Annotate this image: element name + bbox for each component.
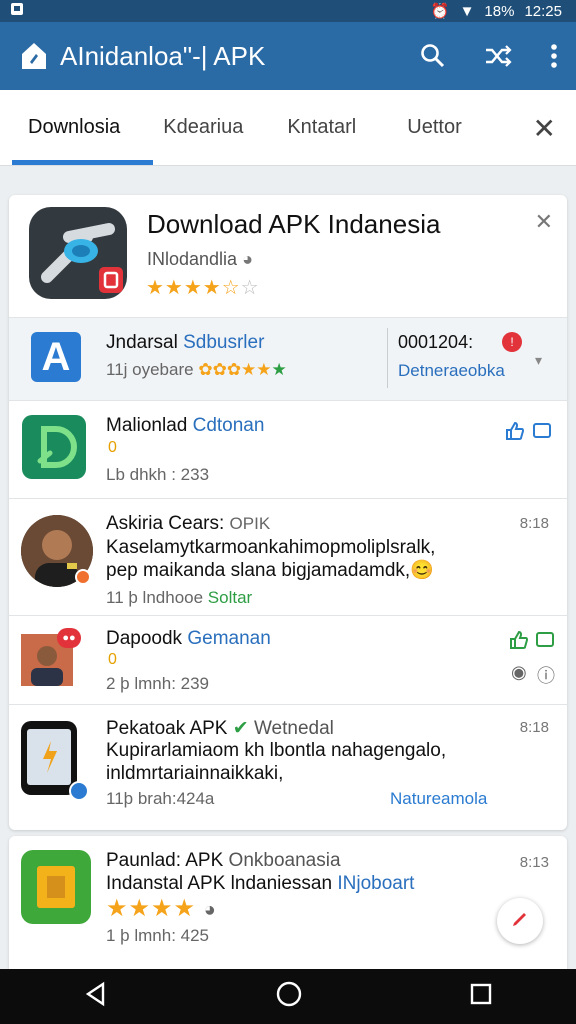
item-count: 0001204: xyxy=(398,332,474,352)
featured-app-icon xyxy=(29,207,127,299)
item-title: Pekatoak APK ✔ Wetnedal xyxy=(106,718,334,739)
thumbs-up-icon[interactable] xyxy=(505,421,525,446)
list-item[interactable]: Paunlad: APK Onkboanasia 8:13 Indanstal … xyxy=(9,836,567,969)
tab-editor[interactable]: Uettor xyxy=(356,116,461,139)
app-a-icon: A xyxy=(31,332,81,382)
list-item[interactable]: Pekatoak APK ✔ Wetnedal 8:18 Kupirarlami… xyxy=(9,704,567,830)
feed-card: Download APK Indanesia INlodandlia ◕ ★★★… xyxy=(9,195,567,830)
item-meta-tag: Soltar xyxy=(207,588,253,607)
emoji-badge: 0 xyxy=(108,651,117,668)
item-body-line2: pep maikanda slana bigjamadamdk,😊 xyxy=(106,560,434,581)
active-tab-indicator xyxy=(12,160,153,165)
item-tag: Gemanan xyxy=(187,628,271,649)
system-nav-bar xyxy=(0,969,576,1024)
item-meta: 11j oyebare ✿✿✿★★★ xyxy=(106,360,287,379)
list-item[interactable]: A Jndarsal Sdbusrler 11j oyebare ✿✿✿★★★ … xyxy=(9,317,567,400)
emoji-icon: 😊 xyxy=(410,560,434,581)
app-title: AInidanloa"-| APK xyxy=(60,40,266,71)
search-icon[interactable] xyxy=(420,43,446,69)
chat-icon[interactable] xyxy=(532,422,552,445)
item-meta: 2 þ lmnh: 239 xyxy=(106,674,210,693)
item-meta: Lb dhkh : 233 xyxy=(106,465,210,484)
alert-icon: ! xyxy=(502,332,522,352)
divider xyxy=(387,328,388,388)
item-meta: 11þ brah:424a xyxy=(106,789,215,808)
app-tile-icon xyxy=(21,850,91,924)
info-icon[interactable]: ⓘ xyxy=(537,662,555,688)
item-title: Malionlad Cdtonan xyxy=(106,415,265,436)
item-rating: ★★★★ ◕ xyxy=(106,895,217,922)
item-time: 8:13 xyxy=(519,854,549,871)
item-body: Indanstal APK lndaniessan INjoboart xyxy=(106,873,415,894)
status-dot xyxy=(69,781,89,801)
dismiss-icon[interactable]: ✕ xyxy=(535,209,553,235)
chevron-down-icon[interactable]: ▾ xyxy=(535,352,542,369)
copyright-icon[interactable]: ◉ xyxy=(511,662,527,683)
item-tag: Cdtonan xyxy=(192,415,265,436)
item-action-link[interactable]: Detneraeobka xyxy=(398,361,505,381)
featured-app-rating: ★★★★☆☆ xyxy=(146,277,260,299)
featured-app-title: Download APK Indanesia xyxy=(147,209,441,239)
alarm-icon: ⏰ xyxy=(430,3,450,20)
list-item[interactable]: Askiria Cears: OPIK 8:18 Kaselamytkarmoa… xyxy=(9,498,567,615)
verified-check-icon: ✔ xyxy=(232,718,249,739)
compose-button[interactable] xyxy=(497,898,543,944)
rating-icons: ✿✿✿★★ xyxy=(198,360,272,379)
home-icon[interactable] xyxy=(275,980,303,1013)
notification-badge-icon: ●● xyxy=(57,628,81,648)
item-body-tag: INjoboart xyxy=(337,873,415,894)
recents-icon[interactable] xyxy=(469,982,493,1011)
item-title: Askiria Cears: OPIK xyxy=(106,513,271,534)
item-body-line1: Kupirarlamiaom kh lbontla nahagengalo, xyxy=(106,740,447,761)
item-title: Jndarsal Sdbusrler xyxy=(106,332,265,353)
wifi-icon: ▼ xyxy=(459,2,475,20)
item-time: 8:18 xyxy=(519,719,549,736)
notification-icon xyxy=(10,2,24,20)
item-action-link[interactable]: Natureamola xyxy=(390,789,487,809)
app-bar: AInidanloa"-| APK xyxy=(0,22,576,90)
app-d-icon xyxy=(22,415,86,479)
emoji-badge: 0 xyxy=(108,439,117,456)
rating-info-icon: ◕ xyxy=(203,899,217,921)
tab-downloads[interactable]: Downlosia xyxy=(0,116,120,139)
status-dot xyxy=(75,569,91,585)
app-logo-icon xyxy=(18,40,50,72)
item-meta: 1 þ lmnh: 425 xyxy=(106,926,210,945)
item-meta: 11 þ lndhooe Soltar xyxy=(106,588,253,607)
edit-icon xyxy=(510,909,530,934)
more-vert-icon[interactable] xyxy=(550,43,558,69)
tab-contact[interactable]: Kntatarl xyxy=(243,116,356,139)
item-tag: Sdbusrler xyxy=(183,332,265,353)
item-title: Dapoodk Gemanan xyxy=(106,628,271,649)
verified-icon: ◕ xyxy=(242,249,253,269)
item-tag: OPIK xyxy=(229,514,271,533)
status-bar: ⏰ ▼ 18% 12:25 xyxy=(0,0,576,22)
item-tag: Wetnedal xyxy=(253,718,334,739)
list-item[interactable]: ●● Dapoodk Gemanan 0 2 þ lmnh: 239 ◉ ⓘ xyxy=(9,615,567,704)
battery-level: 18% xyxy=(484,2,515,20)
item-time: 8:18 xyxy=(519,515,549,532)
tab-bar: Downlosia Kdeariua Kntatarl Uettor ✕ xyxy=(0,90,576,166)
featured-app[interactable]: Download APK Indanesia INlodandlia ◕ ★★★… xyxy=(9,195,567,317)
clock: 12:25 xyxy=(524,2,562,20)
back-icon[interactable] xyxy=(83,981,109,1012)
tab-category[interactable]: Kdeariua xyxy=(120,116,243,139)
close-icon[interactable]: ✕ xyxy=(533,112,556,145)
featured-app-developer: INlodandlia ◕ xyxy=(147,249,253,269)
item-body-line2: inldmrtariainnaikkaki, xyxy=(106,763,284,784)
list-item[interactable]: Malionlad Cdtonan 0 Lb dhkh : 233 xyxy=(9,400,567,498)
thumbs-up-icon[interactable] xyxy=(509,630,529,655)
item-title: Paunlad: APK Onkboanasia xyxy=(106,850,341,871)
chat-icon[interactable] xyxy=(535,631,555,654)
shuffle-icon[interactable] xyxy=(484,44,512,68)
badge-icon: ★ xyxy=(271,360,287,379)
phone-icon xyxy=(21,721,77,795)
item-tag: Onkboanasia xyxy=(228,850,341,871)
item-body-line1: Kaselamytkarmoankahimopmoliplsralk, xyxy=(106,537,436,558)
